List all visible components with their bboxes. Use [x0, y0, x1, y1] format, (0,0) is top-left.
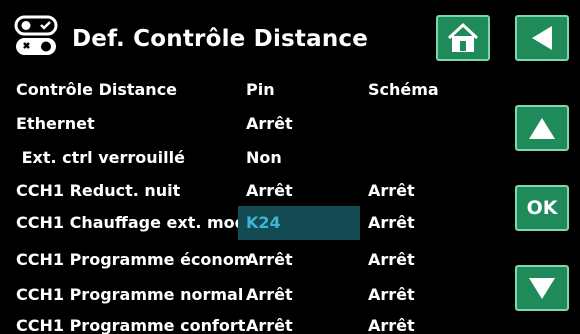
row-label: CCH1 Chauffage ext. mode — [16, 213, 248, 232]
table-row[interactable]: Ethernet Arrêt — [0, 107, 500, 141]
row-pin-value-selected[interactable]: K24 — [246, 213, 281, 232]
row-schema-value[interactable]: Arrêt — [368, 181, 415, 200]
column-header-schema: Schéma — [368, 80, 439, 99]
table-row[interactable]: Ext. ctrl verrouillé Non — [0, 141, 500, 175]
ok-label: OK — [526, 197, 558, 219]
back-button[interactable] — [515, 15, 569, 61]
up-arrow-icon — [529, 118, 555, 139]
table-row-selected[interactable]: CCH1 Chauffage ext. mode K24 Arrêt — [0, 206, 500, 240]
row-pin-value[interactable]: Arrêt — [246, 250, 293, 269]
row-pin-value[interactable]: Arrêt — [246, 316, 293, 334]
scroll-down-button[interactable] — [515, 265, 569, 311]
column-header-pin: Pin — [246, 80, 275, 99]
table-row[interactable]: CCH1 Programme normal Arrêt Arrêt — [0, 278, 500, 312]
column-header-control: Contrôle Distance — [16, 80, 178, 99]
row-schema-value[interactable]: Arrêt — [368, 316, 415, 334]
table-row[interactable]: CCH1 Programme économie Arrêt Arrêt — [0, 243, 500, 277]
row-label: CCH1 Reduct. nuit — [16, 181, 181, 200]
back-arrow-icon — [532, 26, 552, 50]
table-row[interactable]: CCH1 Reduct. nuit Arrêt Arrêt — [0, 174, 500, 208]
row-schema-value[interactable]: Arrêt — [368, 213, 415, 232]
row-label: CCH1 Programme confort — [16, 316, 246, 334]
table-row[interactable]: CCH1 Programme confort Arrêt Arrêt — [0, 309, 500, 334]
row-schema-value[interactable]: Arrêt — [368, 285, 415, 304]
scroll-up-button[interactable] — [515, 105, 569, 151]
row-schema-value[interactable]: Arrêt — [368, 250, 415, 269]
row-pin-value[interactable]: Arrêt — [246, 285, 293, 304]
row-label: CCH1 Programme économie — [16, 250, 248, 269]
remote-control-table: Contrôle Distance Pin Schéma Ethernet Ar… — [0, 0, 500, 334]
table-header-row: Contrôle Distance Pin Schéma — [0, 73, 500, 107]
ok-button[interactable]: OK — [515, 185, 569, 231]
row-label: CCH1 Programme normal — [16, 285, 244, 304]
row-label: Ext. ctrl verrouillé — [16, 148, 185, 167]
row-pin-value[interactable]: Arrêt — [246, 181, 293, 200]
row-label: Ethernet — [16, 114, 95, 133]
down-arrow-icon — [529, 278, 555, 299]
row-pin-value[interactable]: Non — [246, 148, 282, 167]
row-pin-value[interactable]: Arrêt — [246, 114, 293, 133]
